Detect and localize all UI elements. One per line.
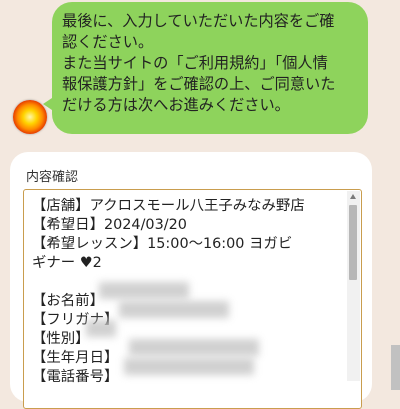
scroll-up-arrow-icon[interactable] xyxy=(350,194,356,199)
redacted-phone xyxy=(124,358,254,375)
chat-message-text: 最後に、入力していただいた内容をご確 認ください。 また当サイトの「ご利用規約」… xyxy=(62,12,336,114)
confirmation-card: 内容確認 【店舗】アクロスモール八王子みなみ野店 【希望日】2024/03/20… xyxy=(10,152,372,409)
redacted-name xyxy=(99,282,189,299)
chat-message-bubble: 最後に、入力していただいた内容をご確 認ください。 また当サイトの「ご利用規約」… xyxy=(43,2,368,134)
redacted-birthdate xyxy=(129,339,259,356)
redacted-furigana xyxy=(119,301,229,318)
confirmation-label: 内容確認 xyxy=(26,170,79,185)
sun-avatar-icon xyxy=(13,100,47,134)
page-scrollbar[interactable] xyxy=(391,345,400,390)
textarea-scroll-thumb[interactable] xyxy=(349,205,357,280)
redacted-gender xyxy=(86,320,116,337)
textarea-scrollbar[interactable] xyxy=(347,191,360,381)
confirmation-textarea[interactable]: 【店舗】アクロスモール八王子みなみ野店 【希望日】2024/03/20 【希望レ… xyxy=(23,189,362,409)
